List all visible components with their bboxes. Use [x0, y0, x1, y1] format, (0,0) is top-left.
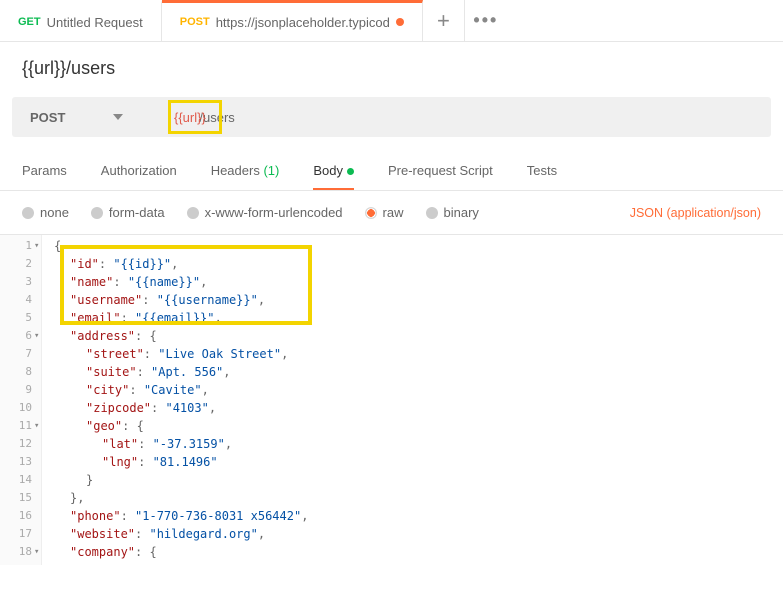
- tab-prerequest[interactable]: Pre-request Script: [388, 163, 493, 190]
- tabs-bar: GET Untitled Request POST https://jsonpl…: [0, 0, 783, 42]
- tab-body[interactable]: Body: [313, 163, 354, 190]
- tab-get-untitled[interactable]: GET Untitled Request: [0, 0, 162, 41]
- radio-icon: [22, 207, 34, 219]
- radio-urlencoded[interactable]: x-www-form-urlencoded: [187, 205, 343, 220]
- tab-tests[interactable]: Tests: [527, 163, 557, 190]
- request-subtabs: Params Authorization Headers (1) Body Pr…: [0, 137, 783, 191]
- radio-icon: [365, 207, 377, 219]
- method-url-bar: POST {{url}}: [12, 97, 771, 137]
- tab-authorization[interactable]: Authorization: [101, 163, 177, 190]
- body-editor[interactable]: 1▾{2"id": "{{id}}",3"name": "{{name}}",4…: [0, 234, 783, 563]
- radio-icon: [187, 207, 199, 219]
- more-icon: •••: [473, 10, 498, 31]
- tab-headers[interactable]: Headers (1): [211, 163, 280, 190]
- tab-params[interactable]: Params: [22, 163, 67, 190]
- modified-dot-icon: [347, 168, 354, 175]
- radio-raw[interactable]: raw: [365, 205, 404, 220]
- radio-formdata[interactable]: form-data: [91, 205, 165, 220]
- tab-title: Untitled Request: [47, 15, 143, 30]
- new-tab-button[interactable]: +: [423, 0, 465, 41]
- tab-title: https://jsonplaceholder.typicod: [216, 15, 390, 30]
- radio-icon: [426, 207, 438, 219]
- code-area[interactable]: 1▾{2"id": "{{id}}",3"name": "{{name}}",4…: [42, 235, 783, 563]
- radio-none[interactable]: none: [22, 205, 69, 220]
- method-badge: POST: [180, 16, 210, 28]
- radio-binary[interactable]: binary: [426, 205, 479, 220]
- body-type-options: none form-data x-www-form-urlencoded raw…: [0, 191, 783, 234]
- tab-post-jsonplaceholder[interactable]: POST https://jsonplaceholder.typicod: [162, 0, 423, 41]
- method-badge: GET: [18, 16, 41, 28]
- plus-icon: +: [437, 8, 450, 34]
- url-input[interactable]: [141, 110, 771, 125]
- method-label: POST: [30, 110, 65, 125]
- request-name: {{url}}/users: [0, 42, 783, 89]
- tab-options-button[interactable]: •••: [465, 0, 507, 41]
- content-type-select[interactable]: JSON (application/json): [630, 206, 761, 220]
- chevron-down-icon: [113, 114, 123, 120]
- radio-icon: [91, 207, 103, 219]
- method-select[interactable]: POST: [12, 110, 141, 125]
- unsaved-dot-icon: [396, 18, 404, 26]
